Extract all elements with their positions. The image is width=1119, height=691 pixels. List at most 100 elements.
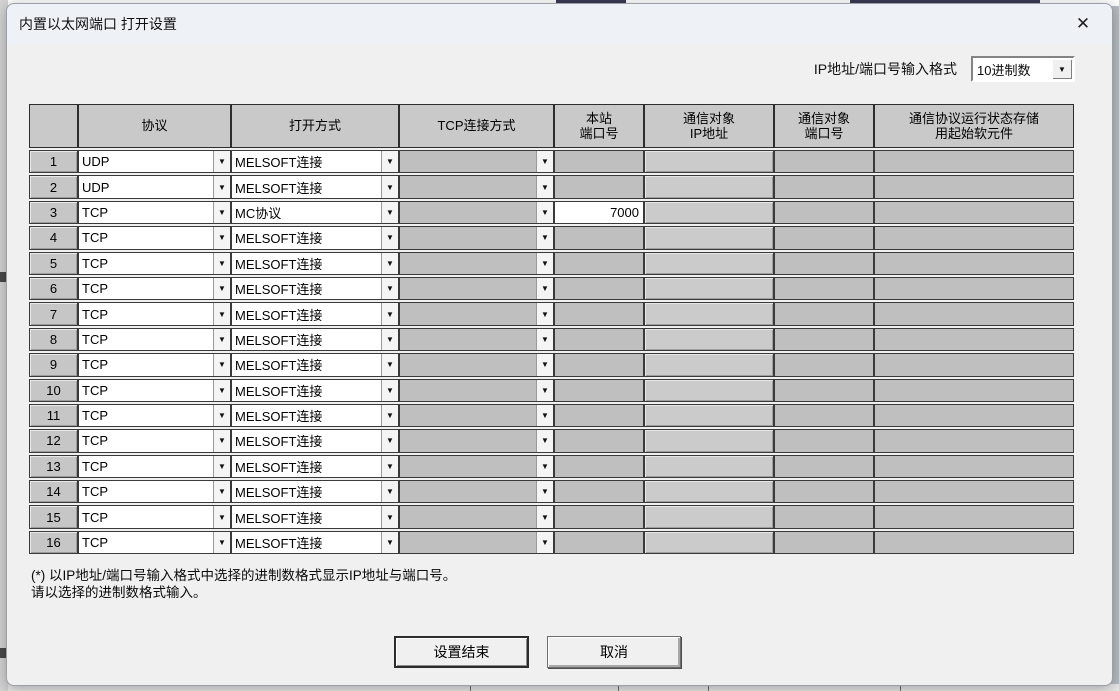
dropdown-arrow-icon[interactable]: ▼	[381, 328, 398, 351]
dropdown-arrow-icon[interactable]: ▼	[213, 151, 230, 173]
dropdown-arrow-icon[interactable]: ▼	[213, 176, 230, 198]
protocol-select[interactable]: TCP ▼	[78, 403, 231, 428]
dropdown-arrow-icon[interactable]: ▼	[381, 404, 398, 427]
dropdown-arrow-icon[interactable]: ▼	[381, 455, 398, 478]
open-method-select[interactable]: MELSOFT连接 ▼	[231, 378, 399, 402]
open-method-select[interactable]: MELSOFT连接 ▼	[231, 353, 399, 377]
open-method-select[interactable]: MELSOFT连接 ▼	[231, 327, 399, 352]
protocol-select[interactable]: TCP ▼	[78, 276, 231, 301]
tcp-mode-select[interactable]: ▼	[399, 378, 554, 402]
open-method-select[interactable]: MELSOFT连接 ▼	[231, 429, 399, 453]
cancel-button[interactable]: 取消	[547, 636, 681, 668]
setting-finish-button[interactable]: 设置结束	[394, 636, 529, 668]
dropdown-arrow-icon[interactable]: ▼	[213, 227, 230, 249]
tcp-mode-select[interactable]: ▼	[399, 480, 554, 504]
dropdown-arrow-icon[interactable]: ▼	[381, 151, 398, 173]
dropdown-arrow-icon[interactable]: ▼	[213, 430, 230, 452]
open-method-select[interactable]: MELSOFT连接 ▼	[231, 480, 399, 504]
protocol-select[interactable]: TCP ▼	[78, 327, 231, 352]
tcp-mode-select[interactable]: ▼	[399, 251, 554, 275]
dropdown-arrow-icon[interactable]: ▼	[213, 404, 230, 427]
tcp-mode-select[interactable]: ▼	[399, 429, 554, 453]
protocol-select[interactable]: TCP ▼	[78, 251, 231, 275]
dropdown-arrow-icon[interactable]: ▼	[213, 481, 230, 503]
protocol-select[interactable]: TCP ▼	[78, 302, 231, 326]
dropdown-arrow-icon[interactable]: ▼	[536, 379, 553, 401]
tcp-mode-select[interactable]: ▼	[399, 505, 554, 529]
tcp-mode-select[interactable]: ▼	[399, 327, 554, 352]
close-icon[interactable]: ✕	[1068, 11, 1098, 37]
open-method-select[interactable]: MELSOFT连接 ▼	[231, 403, 399, 428]
dropdown-arrow-icon[interactable]: ▼	[381, 481, 398, 503]
dropdown-arrow-icon[interactable]: ▼	[536, 151, 553, 173]
dropdown-arrow-icon[interactable]: ▼	[381, 379, 398, 401]
tcp-mode-select[interactable]: ▼	[399, 226, 554, 250]
open-method-select[interactable]: MELSOFT连接 ▼	[231, 175, 399, 199]
dropdown-arrow-icon[interactable]: ▼	[536, 481, 553, 503]
dropdown-arrow-icon[interactable]: ▼	[381, 506, 398, 528]
dropdown-arrow-icon[interactable]: ▼	[536, 430, 553, 452]
chevron-down-icon[interactable]: ▼	[1052, 59, 1072, 79]
protocol-select[interactable]: UDP ▼	[78, 175, 231, 199]
tcp-mode-select[interactable]: ▼	[399, 276, 554, 301]
open-method-select[interactable]: MELSOFT连接 ▼	[231, 150, 399, 174]
dropdown-arrow-icon[interactable]: ▼	[381, 531, 398, 554]
dropdown-arrow-icon[interactable]: ▼	[536, 404, 553, 427]
protocol-select[interactable]: TCP ▼	[78, 505, 231, 529]
dropdown-arrow-icon[interactable]: ▼	[381, 354, 398, 376]
dropdown-arrow-icon[interactable]: ▼	[536, 176, 553, 198]
open-method-select[interactable]: MELSOFT连接 ▼	[231, 251, 399, 275]
dropdown-arrow-icon[interactable]: ▼	[536, 531, 553, 554]
tcp-mode-select[interactable]: ▼	[399, 403, 554, 428]
dropdown-arrow-icon[interactable]: ▼	[536, 328, 553, 351]
tcp-mode-select[interactable]: ▼	[399, 150, 554, 174]
dropdown-arrow-icon[interactable]: ▼	[213, 328, 230, 351]
open-method-select[interactable]: MELSOFT连接 ▼	[231, 226, 399, 250]
dropdown-arrow-icon[interactable]: ▼	[536, 303, 553, 325]
protocol-select[interactable]: TCP ▼	[78, 226, 231, 250]
dropdown-arrow-icon[interactable]: ▼	[536, 455, 553, 478]
tcp-mode-select[interactable]: ▼	[399, 454, 554, 479]
dropdown-arrow-icon[interactable]: ▼	[381, 303, 398, 325]
dropdown-arrow-icon[interactable]: ▼	[381, 201, 398, 224]
dropdown-arrow-icon[interactable]: ▼	[381, 277, 398, 300]
dropdown-arrow-icon[interactable]: ▼	[213, 531, 230, 554]
dropdown-arrow-icon[interactable]: ▼	[213, 506, 230, 528]
dropdown-arrow-icon[interactable]: ▼	[381, 252, 398, 274]
host-port-cell[interactable]: 7000	[554, 200, 644, 225]
open-method-select[interactable]: MELSOFT连接 ▼	[231, 302, 399, 326]
tcp-mode-select[interactable]: ▼	[399, 302, 554, 326]
dropdown-arrow-icon[interactable]: ▼	[213, 455, 230, 478]
open-method-select[interactable]: MELSOFT连接 ▼	[231, 505, 399, 529]
tcp-mode-select[interactable]: ▼	[399, 175, 554, 199]
open-method-select[interactable]: MELSOFT连接 ▼	[231, 454, 399, 479]
protocol-select[interactable]: TCP ▼	[78, 353, 231, 377]
dropdown-arrow-icon[interactable]: ▼	[213, 252, 230, 274]
protocol-select[interactable]: TCP ▼	[78, 454, 231, 479]
format-selector-dropdown[interactable]: 10进制数 ▼	[971, 56, 1075, 82]
protocol-select[interactable]: TCP ▼	[78, 378, 231, 402]
tcp-mode-select[interactable]: ▼	[399, 200, 554, 225]
protocol-select[interactable]: TCP ▼	[78, 480, 231, 504]
dropdown-arrow-icon[interactable]: ▼	[213, 379, 230, 401]
dropdown-arrow-icon[interactable]: ▼	[381, 430, 398, 452]
protocol-select[interactable]: UDP ▼	[78, 150, 231, 174]
open-method-select[interactable]: MC协议 ▼	[231, 200, 399, 225]
dropdown-arrow-icon[interactable]: ▼	[536, 277, 553, 300]
dropdown-arrow-icon[interactable]: ▼	[213, 303, 230, 325]
dropdown-arrow-icon[interactable]: ▼	[536, 201, 553, 224]
dropdown-arrow-icon[interactable]: ▼	[213, 277, 230, 300]
dropdown-arrow-icon[interactable]: ▼	[536, 227, 553, 249]
dropdown-arrow-icon[interactable]: ▼	[213, 201, 230, 224]
open-method-select[interactable]: MELSOFT连接 ▼	[231, 530, 399, 555]
protocol-select[interactable]: TCP ▼	[78, 429, 231, 453]
tcp-mode-select[interactable]: ▼	[399, 530, 554, 555]
protocol-select[interactable]: TCP ▼	[78, 530, 231, 555]
tcp-mode-select[interactable]: ▼	[399, 353, 554, 377]
dropdown-arrow-icon[interactable]: ▼	[381, 176, 398, 198]
dropdown-arrow-icon[interactable]: ▼	[381, 227, 398, 249]
dropdown-arrow-icon[interactable]: ▼	[213, 354, 230, 376]
open-method-select[interactable]: MELSOFT连接 ▼	[231, 276, 399, 301]
dropdown-arrow-icon[interactable]: ▼	[536, 252, 553, 274]
dropdown-arrow-icon[interactable]: ▼	[536, 506, 553, 528]
